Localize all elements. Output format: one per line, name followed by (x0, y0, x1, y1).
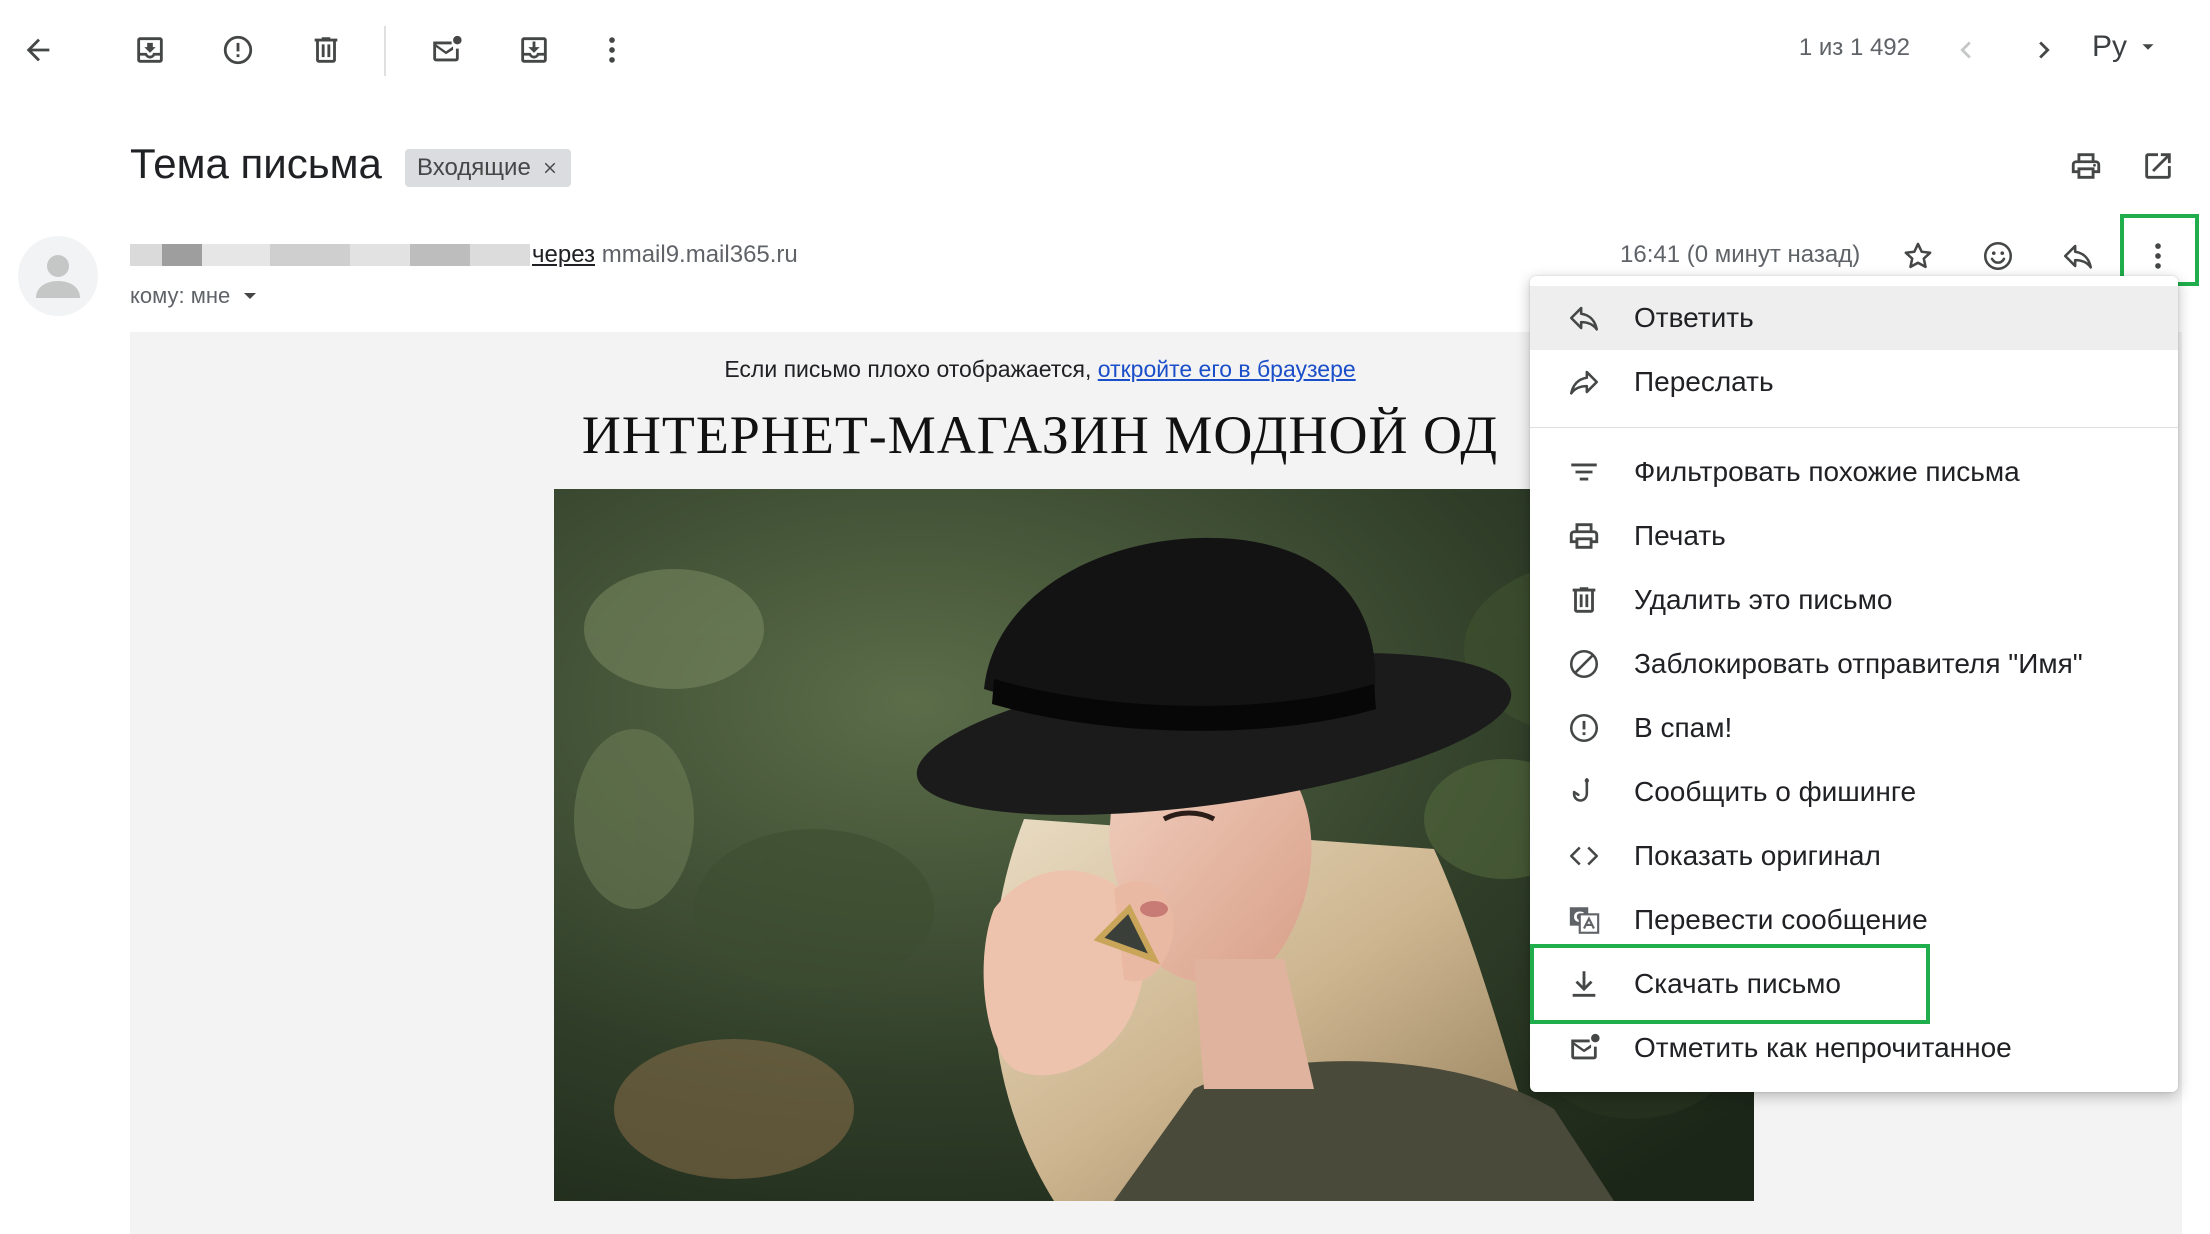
block-icon (1569, 649, 1599, 679)
person-icon (36, 255, 80, 298)
older-button[interactable] (2012, 18, 2076, 82)
preheader-text: Если письмо плохо отображается, (724, 356, 1098, 382)
delete-icon (1572, 587, 1596, 613)
mark-unread-icon (433, 35, 462, 62)
menu-item-delete[interactable]: Удалить это письмо (1530, 568, 2178, 632)
toolbar-divider (384, 26, 386, 76)
menu-item-forward[interactable]: Переслать (1530, 350, 2178, 414)
menu-item-label: Перевести сообщение (1634, 904, 1928, 935)
menu-item-print[interactable]: Печать (1530, 504, 2178, 568)
report-spam-button[interactable] (206, 18, 270, 82)
newer-button[interactable] (1934, 18, 1998, 82)
menu-item-label: Ответить (1634, 302, 1754, 333)
mark-unread-icon (1571, 1033, 1600, 1060)
emoji-icon (1983, 241, 2013, 271)
menu-item-label: Отметить как непрочитанное (1634, 1032, 2012, 1063)
download-icon (1572, 971, 1596, 997)
reply-icon (1569, 306, 1599, 331)
menu-divider (1530, 427, 2178, 428)
page-title: Тема письма (130, 140, 382, 187)
report-spam-icon (1569, 713, 1599, 743)
menu-item-label: Сообщить о фишинге (1634, 776, 1917, 807)
close-icon[interactable] (541, 159, 559, 177)
menu-item-label: Удалить это письмо (1634, 584, 1893, 615)
more-vert-icon (2155, 243, 2161, 269)
delete-button[interactable] (294, 18, 358, 82)
reply-icon (2063, 244, 2093, 269)
recipient-text: кому: мне (130, 283, 231, 308)
star-outline-icon (1904, 242, 1932, 269)
recipient-details[interactable]: кому: мне (130, 283, 262, 309)
chevron-right-icon (2039, 41, 2050, 59)
sender-name-redacted (130, 244, 530, 266)
caret-down-icon (244, 293, 257, 299)
menu-item-report-phishing[interactable]: Сообщить о фишинге (1530, 760, 2178, 824)
menu-item-show-original[interactable]: Показать оригинал (1530, 824, 2178, 888)
open-in-new-icon (2145, 153, 2171, 179)
translate-icon: G (1569, 907, 1600, 934)
filter-icon (1571, 463, 1597, 481)
sender-via: через mmail9.mail365.ru (532, 241, 798, 269)
archive-button[interactable] (118, 18, 182, 82)
back-arrow-icon (26, 38, 50, 62)
menu-item-label: Заблокировать отправителя "Имя" (1634, 648, 2083, 679)
menu-item-label: Скачать письмо (1634, 968, 1841, 999)
mark-unread-button[interactable] (414, 18, 478, 82)
more-actions-button[interactable] (580, 18, 644, 82)
open-in-browser-link[interactable]: откройте его в браузере (1098, 356, 1356, 382)
label-chip-text: Входящие (417, 154, 531, 181)
open-new-window-button[interactable] (2126, 134, 2190, 198)
chevron-left-icon (1960, 41, 1971, 59)
via-word[interactable]: через (532, 241, 595, 268)
menu-item-reply[interactable]: Ответить (1530, 286, 2178, 350)
menu-item-label: Фильтровать похожие письма (1634, 456, 2020, 487)
avatar (18, 236, 98, 316)
print-all-button[interactable] (2054, 134, 2118, 198)
label-chip-inbox[interactable]: Входящие (405, 149, 571, 187)
code-icon (1569, 846, 1599, 866)
menu-item-filter-similar[interactable]: Фильтровать похожие письма (1530, 440, 2178, 504)
menu-item-label: Печать (1634, 520, 1726, 551)
via-domain: mmail9.mail365.ru (601, 241, 798, 268)
forward-icon (1569, 370, 1599, 395)
print-icon (1569, 523, 1599, 549)
language-label: Ру (2092, 30, 2128, 63)
menu-item-mark-unread[interactable]: Отметить как непрочитанное (1530, 1016, 2178, 1080)
menu-item-translate[interactable]: G Перевести сообщение (1530, 888, 2178, 952)
pager-count: 1 из 1 492 (1798, 34, 1910, 61)
input-language-selector[interactable]: Ру (2092, 30, 2159, 64)
message-time: 16:41 (0 минут назад) (1620, 241, 1861, 268)
archive-icon (137, 37, 163, 63)
caret-down-icon (2142, 44, 2154, 50)
menu-item-block-sender[interactable]: Заблокировать отправителя "Имя" (1530, 632, 2178, 696)
menu-item-spam[interactable]: В спам! (1530, 696, 2178, 760)
back-button[interactable] (6, 18, 70, 82)
print-icon (2071, 153, 2101, 179)
message-actions-menu: Ответить Переслать Фильтровать похожие п… (1530, 276, 2178, 1092)
more-vert-icon (609, 37, 615, 63)
move-to-button[interactable] (502, 18, 566, 82)
delete-icon (314, 37, 338, 63)
phishing-hook-icon (1572, 777, 1589, 802)
report-spam-icon (223, 35, 253, 65)
move-to-icon (521, 37, 547, 63)
menu-item-label: В спам! (1634, 712, 1733, 743)
menu-item-download[interactable]: Скачать письмо (1530, 952, 2178, 1016)
menu-item-label: Показать оригинал (1634, 840, 1881, 871)
menu-item-label: Переслать (1634, 366, 1774, 397)
